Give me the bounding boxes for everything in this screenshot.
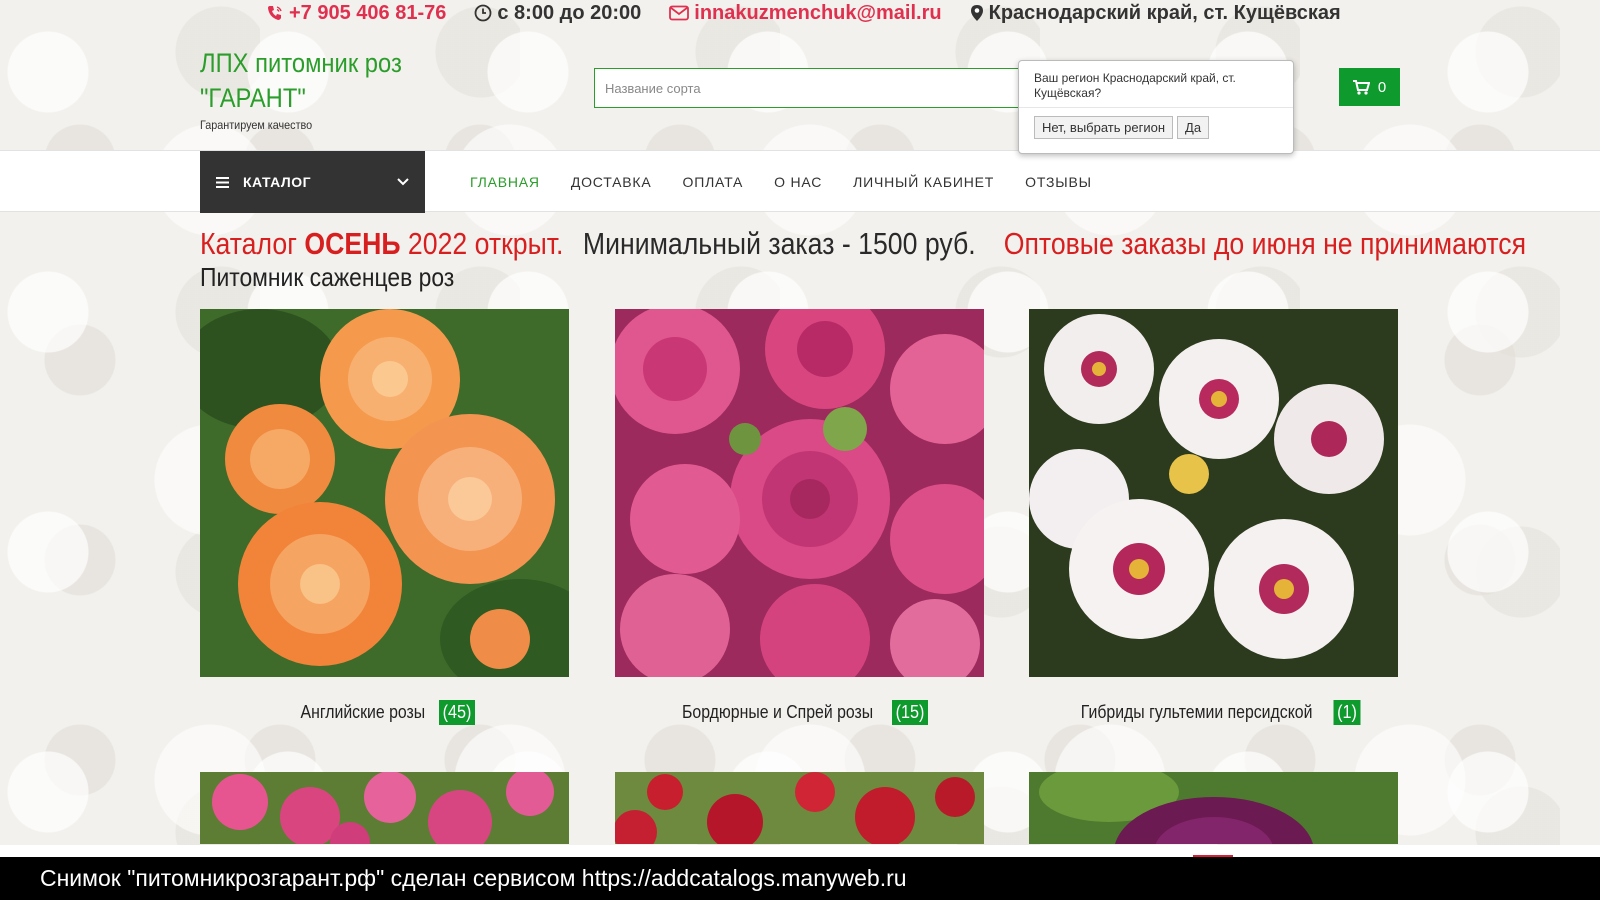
email-address[interactable]: innakuzmenchuk@mail.ru (694, 2, 941, 25)
screenshot-caption: Снимок "питомникрозгарант.рф" сделан сер… (0, 857, 1600, 900)
shopping-cart-icon (1352, 79, 1370, 95)
category-card-border-spray-roses[interactable]: Бордюрные и Спрей розы (15) (615, 309, 984, 727)
announcement-min-order: Минимальный заказ - 1500 руб. (582, 226, 976, 261)
nav-link-about[interactable]: О НАС (774, 174, 822, 190)
category-card-partial[interactable] (200, 772, 569, 844)
site-logo[interactable]: ЛПХ питомник роз "ГАРАНТ" Гарантируем ка… (200, 46, 430, 132)
logo-tagline: Гарантируем качество (200, 118, 313, 132)
category-card-english-roses[interactable]: Английские розы (45) (200, 309, 569, 727)
catalog-label: КАТАЛОГ (243, 174, 312, 190)
category-count-badge: (45) (439, 699, 476, 725)
nav-link-reviews[interactable]: ОТЗЫВЫ (1025, 174, 1092, 190)
category-card-partial[interactable] (615, 772, 984, 844)
location-text[interactable]: Краснодарский край, ст. Кущёвская (989, 2, 1341, 25)
envelope-icon (669, 5, 690, 21)
category-caption[interactable]: Бордюрные и Спрей розы (15) (615, 697, 984, 727)
clock-icon (474, 4, 492, 22)
hours-text: с 8:00 до 20:00 (497, 1, 642, 24)
category-name[interactable]: Бордюрные и Спрей розы (682, 702, 873, 723)
contact-bar: +7 905 406 81-76 с 8:00 до 20:00 innakuz… (0, 0, 1600, 26)
choose-region-button[interactable]: Нет, выбрать регион (1034, 116, 1174, 139)
phone-number[interactable]: +7 905 406 81-76 (289, 2, 446, 25)
nav-link-home[interactable]: ГЛАВНАЯ (470, 174, 540, 190)
category-image[interactable] (1029, 309, 1398, 677)
nav-link-payment[interactable]: ОПЛАТА (683, 174, 744, 190)
category-image[interactable] (200, 309, 569, 677)
main-nav: КАТАЛОГ ГЛАВНАЯ ДОСТАВКА ОПЛАТА О НАС ЛИ… (0, 150, 1600, 213)
category-count-badge: (1) (1333, 699, 1361, 725)
hamburger-icon (216, 176, 229, 188)
category-card-hulthemia-hybrids[interactable]: Гибриды гультемии персидской (1) (1029, 309, 1398, 727)
region-question: Ваш регион Краснодарский край, ст. Кущёв… (1019, 61, 1293, 108)
announcement-wholesale: Оптовые заказы до июня не принимаются (1003, 226, 1527, 261)
logo-title[interactable]: ЛПХ питомник роз "ГАРАНТ" (200, 46, 402, 116)
announcement-catalog: Каталог ОСЕНЬ 2022 открыт. (200, 226, 564, 261)
category-card-partial[interactable] (1029, 772, 1398, 844)
working-hours: с 8:00 до 20:00 (474, 2, 641, 25)
category-count-badge: (15) (892, 699, 929, 725)
cart-button[interactable]: 0 (1339, 68, 1400, 106)
chevron-down-icon (397, 178, 409, 186)
email-contact[interactable]: innakuzmenchuk@mail.ru (669, 2, 942, 25)
region-confirm-popup: Ваш регион Краснодарский край, ст. Кущёв… (1018, 60, 1294, 154)
phone-icon (268, 6, 282, 20)
category-name[interactable]: Английские розы (300, 702, 425, 723)
map-marker-icon (970, 5, 983, 21)
location-contact[interactable]: Краснодарский край, ст. Кущёвская (970, 2, 1341, 25)
page-bottom-strip (0, 845, 1600, 857)
page-subtitle: Питомник саженцев роз (200, 262, 455, 292)
category-caption[interactable]: Гибриды гультемии персидской (1) (1029, 697, 1398, 727)
category-caption[interactable]: Английские розы (45) (200, 697, 569, 727)
cart-count: 0 (1377, 78, 1387, 96)
category-image[interactable] (615, 309, 984, 677)
category-name[interactable]: Гибриды гультемии персидской (1081, 702, 1313, 723)
catalog-dropdown-button[interactable]: КАТАЛОГ (200, 151, 425, 213)
phone-contact[interactable]: +7 905 406 81-76 (266, 2, 446, 25)
site-header: ЛПХ питомник роз "ГАРАНТ" Гарантируем ка… (0, 26, 1600, 154)
nav-link-delivery[interactable]: ДОСТАВКА (571, 174, 652, 190)
search-input[interactable] (594, 68, 1024, 108)
confirm-region-button[interactable]: Да (1177, 116, 1210, 139)
nav-links: ГЛАВНАЯ ДОСТАВКА ОПЛАТА О НАС ЛИЧНЫЙ КАБ… (470, 151, 1092, 213)
nav-link-account[interactable]: ЛИЧНЫЙ КАБИНЕТ (853, 174, 994, 190)
announcement-banner: Каталог ОСЕНЬ 2022 открыт. Минимальный з… (200, 224, 1526, 264)
